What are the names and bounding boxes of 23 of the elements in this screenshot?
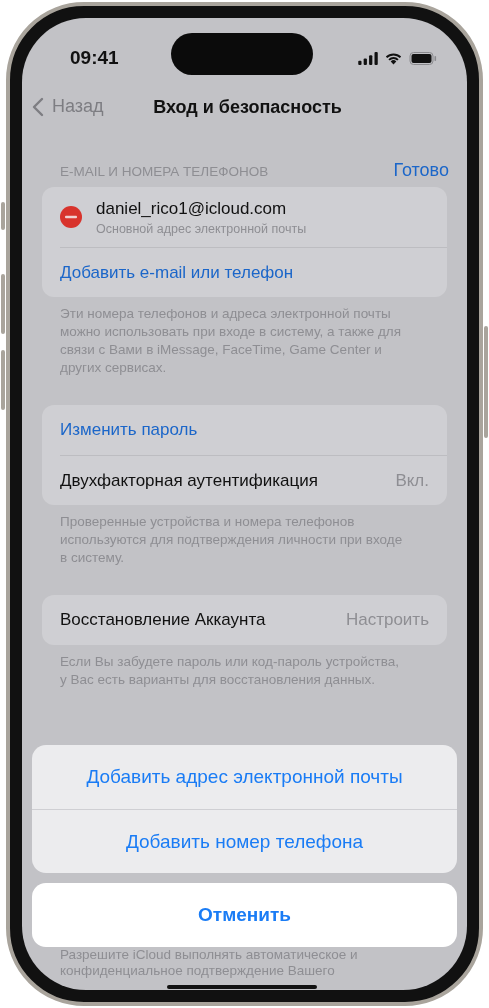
sheet-action[interactable]: Добавить номер телефона: [32, 809, 457, 873]
settings-row[interactable]: Двухфакторная аутентификация Вкл.: [60, 455, 447, 505]
email-row[interactable]: daniel_rico1@icloud.com Основной адрес электронной почты: [60, 187, 447, 247]
email-address: daniel_rico1@icloud.com: [96, 198, 288, 219]
row-label: Двухфакторная аутентификация: [60, 470, 318, 491]
status-time: 09:41: [70, 47, 119, 69]
back-button[interactable]: Назад: [28, 92, 108, 121]
page-title: Вход и безопасность: [153, 96, 342, 118]
done-button[interactable]: Готово: [393, 160, 449, 181]
row-value: Настроить: [345, 610, 429, 630]
cancel-button[interactable]: Отменить: [32, 883, 457, 947]
link-row[interactable]: Изменить пароль: [60, 405, 447, 455]
row-label: Восстановление Аккаунта: [60, 610, 266, 630]
signal-icon: [358, 51, 378, 65]
delete-icon[interactable]: [60, 206, 82, 228]
email-caption: Основной адрес электронной почты: [96, 221, 307, 236]
wifi-icon: [384, 51, 403, 65]
sheet-action[interactable]: Добавить адрес электронной почты: [32, 745, 457, 809]
settings-row[interactable]: Восстановление Аккаунта Настроить: [60, 595, 447, 645]
battery-icon: [409, 51, 437, 65]
chevron-icon: [32, 96, 44, 117]
row-value: Вкл.: [395, 470, 429, 491]
link-row[interactable]: Добавить e-mail или телефон: [60, 247, 447, 297]
